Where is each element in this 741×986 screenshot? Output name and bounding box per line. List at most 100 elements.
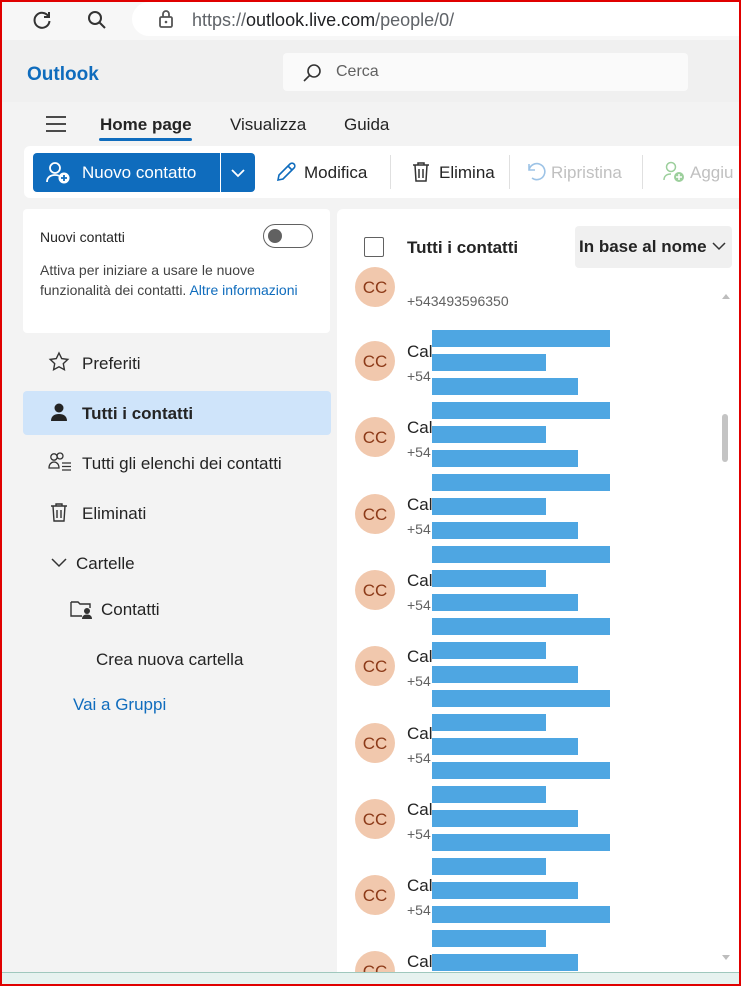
ribbon-separator [642,155,643,189]
redaction-bar [432,498,546,515]
new-contacts-banner: Nuovi contatti Attiva per iniziare a usa… [23,209,330,333]
redaction-bar [432,810,578,827]
contact-phone: +54 [407,444,431,461]
avatar: CC [355,798,395,839]
contact-name: Cal [407,494,433,514]
add-contact-icon [46,162,70,184]
contact-phone: +54 [407,825,431,842]
nav-folders-label: Cartelle [76,554,135,573]
search-icon [303,64,321,82]
redaction-bar [432,930,546,947]
contact-name: Cal [407,799,433,819]
redaction-bar [432,858,546,875]
tab-help[interactable]: Guida [344,115,389,135]
trash-icon [48,501,70,528]
delete-button[interactable]: Elimina [439,163,495,183]
avatar: CC [355,267,395,307]
redaction-bar [432,594,578,611]
avatar-initials: CC [362,580,388,600]
avatar: CC [355,722,395,763]
scroll-up-icon[interactable] [720,291,732,301]
avatar-initials: CC [362,733,388,753]
avatar: CC [355,646,395,687]
new-contact-button[interactable]: Nuovo contatto [33,153,220,192]
nav-folders[interactable]: Cartelle [23,541,331,585]
avatar-initials: CC [362,886,388,906]
redaction-bar [432,666,578,683]
new-contact-dropdown[interactable] [221,153,255,192]
folder-person-icon [69,597,95,626]
scroll-down-icon[interactable] [720,953,732,963]
redaction-bar [432,906,610,923]
sort-dropdown[interactable]: In base al nome [575,226,732,268]
avatar-initials: CC [362,504,388,524]
reload-icon[interactable] [30,8,54,32]
lock-icon[interactable] [154,7,178,31]
app-logo-text[interactable]: Outlook [27,64,99,86]
contact-name: Cal [407,342,433,361]
avatar: CC [355,569,395,610]
contact-list-header: Tutti i contatti In base al nome [337,209,741,285]
redaction-bar [432,762,610,779]
contact-list-title: Tutti i contatti [407,238,519,257]
contact-phone: +543493596350 [407,293,509,309]
tab-view[interactable]: Visualizza [230,115,306,135]
nav-deleted-label: Eliminati [82,504,147,523]
search-placeholder: Cerca [336,63,379,80]
avatar-initials: CC [362,428,388,448]
address-bar[interactable]: https://outlook.live.com/people/0/ [132,2,741,36]
banner-description: Attiva per iniziare a usare le nuove fun… [40,260,310,300]
scrollbar-thumb[interactable] [722,414,728,462]
contact-phone: +54 [407,902,431,919]
delete-icon[interactable] [410,160,432,189]
avatar-initials: CC [362,657,388,677]
redaction-bar [432,426,546,443]
command-ribbon: Nuovo contatto Modifica Elimina Ripristi… [24,146,741,198]
select-all-checkbox[interactable] [364,237,384,257]
undo-icon[interactable] [524,160,546,189]
contact-name: Cal [407,647,433,667]
navigation-pane: Nuovi contatti Attiva per iniziare a usa… [0,198,337,986]
chevron-down-icon [48,551,70,578]
status-strip [0,972,741,985]
nav-contacts-folder[interactable]: Contatti [23,587,331,631]
person-icon [48,401,70,428]
nav-contacts-folder-label: Contatti [101,600,160,619]
go-to-groups-link[interactable]: Vai a Gruppi [23,682,331,726]
redaction-bar [432,546,610,563]
redaction-bar [432,402,610,419]
redaction-bar [432,738,578,755]
add-person-icon[interactable] [662,160,686,189]
redaction-bar [432,570,546,587]
tab-home[interactable]: Home page [100,115,192,135]
redaction-bar [432,834,610,851]
edit-icon[interactable] [274,160,298,189]
nav-all-lists[interactable]: Tutti gli elenchi dei contatti [23,441,331,485]
sort-label: In base al nome [579,237,707,256]
redaction-bar [432,786,546,803]
search-icon[interactable] [85,8,109,32]
app-header: Outlook Cerca [0,40,741,102]
search-box[interactable]: Cerca [283,53,688,91]
nav-favorites-label: Preferiti [82,354,141,373]
edit-button[interactable]: Modifica [304,163,367,183]
contact-phone: +54 [407,673,431,690]
menu-icon[interactable] [44,114,68,139]
contact-list-pane: Tutti i contatti In base al nome CC +543… [337,209,741,986]
redaction-bar [432,714,546,731]
new-contacts-toggle[interactable] [263,224,313,248]
contact-name: Cal [407,570,433,590]
avatar: CC [355,341,395,381]
redaction-bar [432,354,546,371]
ribbon-tabs: Home page Visualizza Guida [30,102,741,146]
nav-deleted[interactable]: Eliminati [23,491,331,535]
learn-more-link[interactable]: Altre informazioni [189,282,297,298]
restore-button[interactable]: Ripristina [551,163,622,183]
contact-name: Cal [407,952,433,972]
create-folder-link[interactable]: Crea nuova cartella [23,637,331,681]
nav-all-contacts[interactable]: Tutti i contatti [23,391,331,435]
active-tab-indicator [99,138,192,141]
nav-favorites[interactable]: Preferiti [23,341,331,385]
add-button[interactable]: Aggiu [690,163,733,183]
browser-toolbar: https://outlook.live.com/people/0/ [0,0,741,40]
